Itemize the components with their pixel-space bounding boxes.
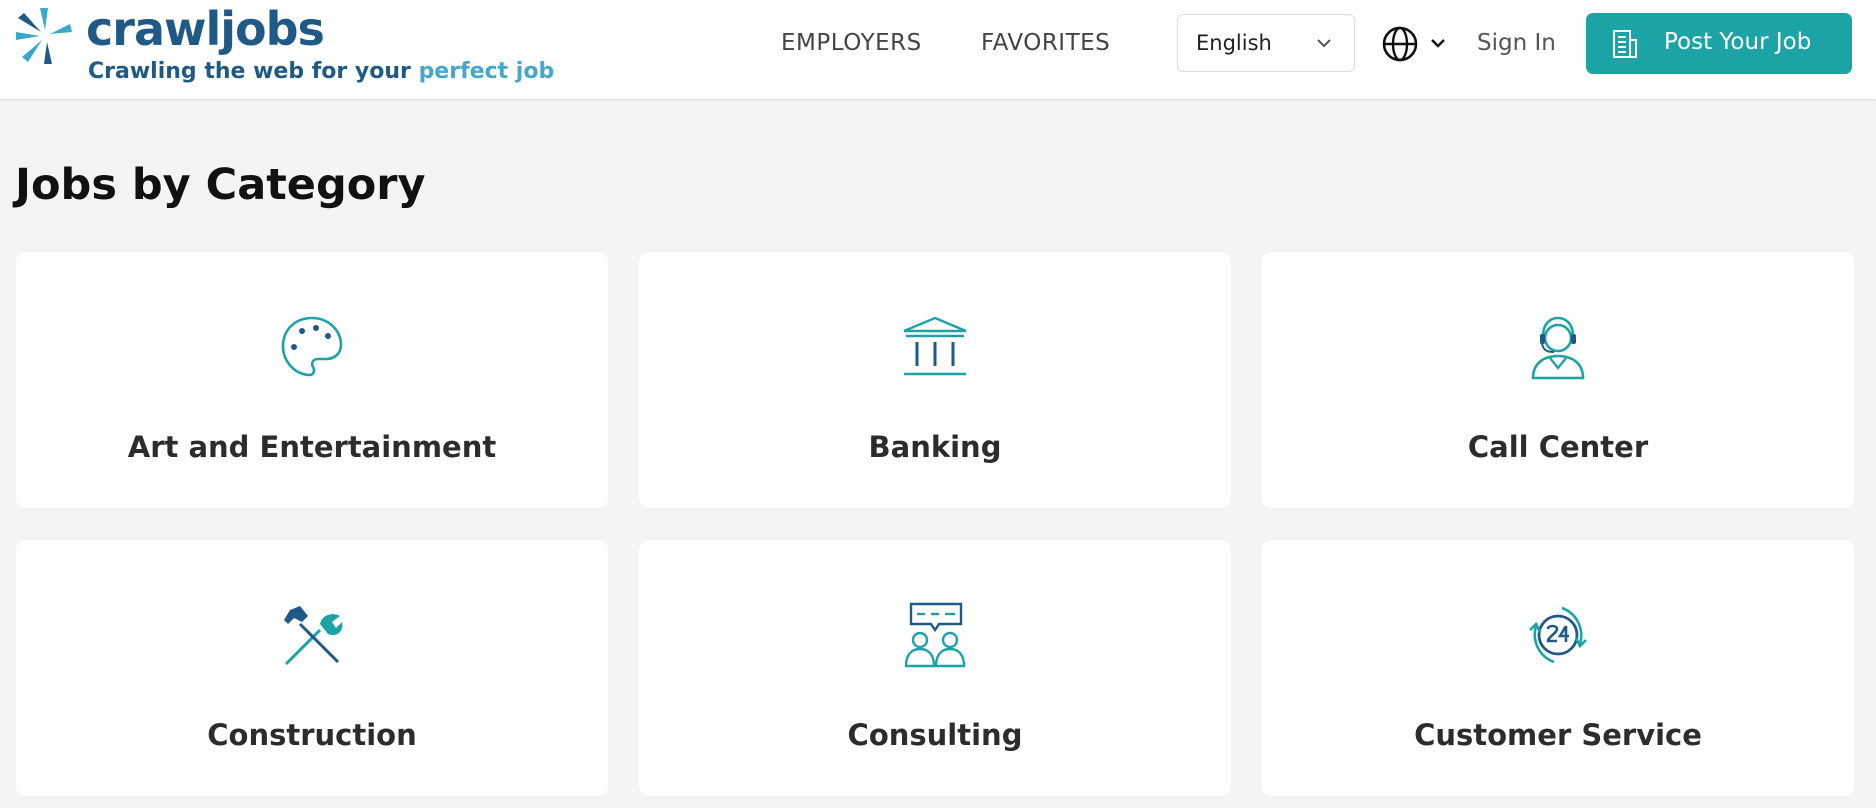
region-selector[interactable] bbox=[1380, 24, 1452, 64]
language-select[interactable]: English bbox=[1177, 14, 1355, 72]
language-select-value: English bbox=[1196, 31, 1272, 55]
category-label: Art and Entertainment bbox=[127, 430, 497, 464]
category-card-call-center[interactable]: Call Center bbox=[1262, 252, 1854, 508]
category-card-consulting[interactable]: Consulting bbox=[639, 540, 1231, 796]
nav-employers[interactable]: EMPLOYERS bbox=[781, 30, 922, 56]
building-icon bbox=[1613, 30, 1637, 58]
brand-tagline: Crawling the web for your perfect job bbox=[88, 59, 554, 84]
category-label: Customer Service bbox=[1414, 718, 1702, 752]
category-card-banking[interactable]: Banking bbox=[639, 252, 1231, 508]
chevron-down-icon bbox=[1431, 39, 1445, 48]
post-job-button[interactable]: Post Your Job bbox=[1586, 13, 1852, 74]
category-label: Call Center bbox=[1467, 430, 1649, 464]
hammer-wrench-icon bbox=[284, 606, 343, 666]
nav-favorites[interactable]: FAVORITES bbox=[981, 30, 1110, 56]
headset-agent-icon bbox=[1531, 316, 1585, 380]
site-header: crawljobs Crawling the web for your perf… bbox=[0, 0, 1876, 100]
globe-icon bbox=[1382, 26, 1418, 62]
category-label: Consulting bbox=[847, 718, 1023, 752]
consulting-people-icon bbox=[904, 602, 966, 668]
support-24-icon bbox=[1529, 606, 1587, 664]
category-label: Construction bbox=[207, 718, 417, 752]
post-job-label: Post Your Job bbox=[1664, 29, 1812, 55]
category-card-construction[interactable]: Construction bbox=[16, 540, 608, 796]
category-label: Banking bbox=[868, 430, 1002, 464]
palette-icon bbox=[281, 316, 343, 377]
bank-icon bbox=[903, 316, 967, 376]
category-card-art-and-entertainment[interactable]: Art and Entertainment bbox=[16, 252, 608, 508]
tagline-highlight: perfect job bbox=[418, 59, 555, 84]
chevron-down-icon bbox=[1317, 39, 1331, 48]
tagline-prefix: Crawling the web for your bbox=[88, 59, 411, 84]
page-title: Jobs by Category bbox=[15, 160, 426, 210]
sign-in-link[interactable]: Sign In bbox=[1477, 30, 1556, 56]
crawljobs-logo-icon[interactable] bbox=[14, 4, 74, 66]
category-card-customer-service[interactable]: Customer Service bbox=[1262, 540, 1854, 796]
brand-name[interactable]: crawljobs bbox=[86, 6, 325, 52]
